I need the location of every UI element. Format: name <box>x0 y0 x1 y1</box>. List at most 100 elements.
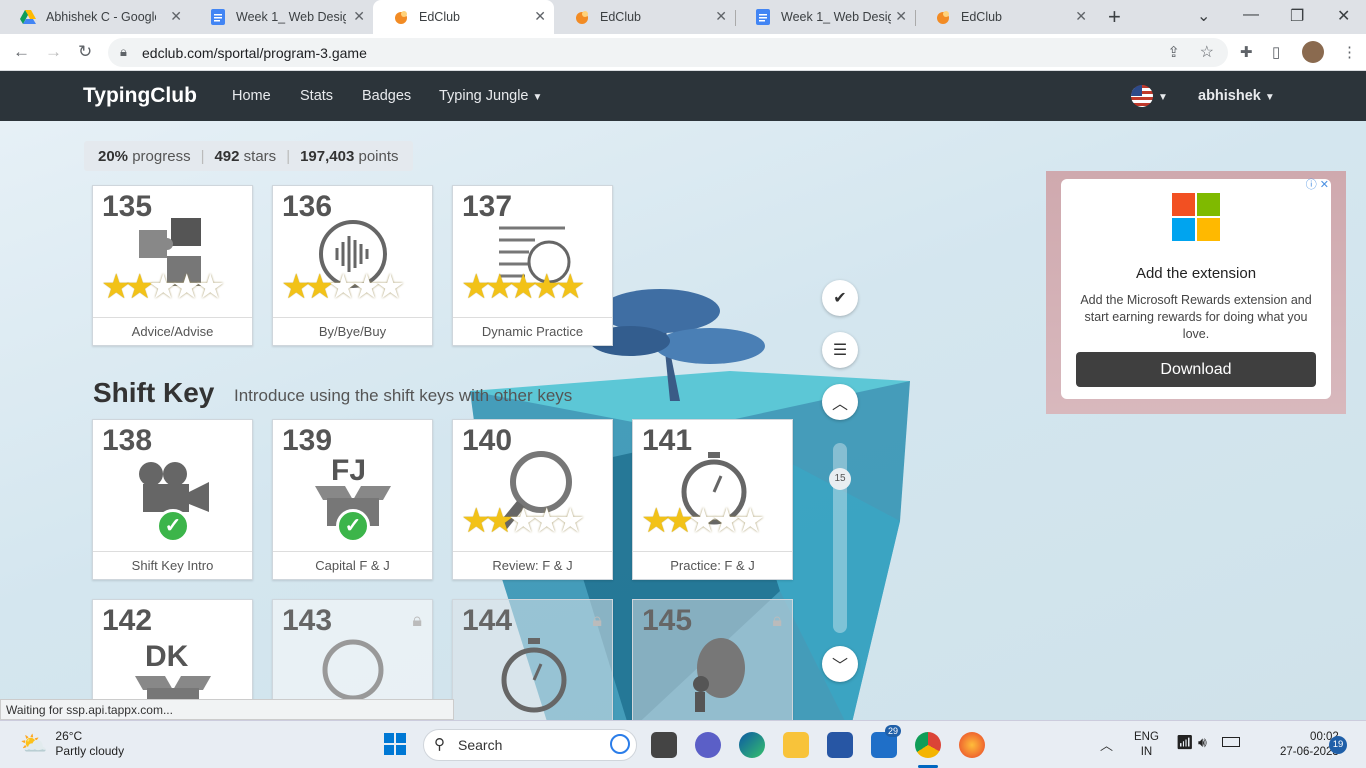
ad-close-icon[interactable]: ⓘ ✕ <box>1306 176 1329 192</box>
reload-button[interactable]: ↻ <box>78 42 92 62</box>
lesson-number: 139 <box>282 424 333 457</box>
lesson-map: 20% progress | 492 stars | 197,403 point… <box>0 121 1366 720</box>
chevron-down-icon: ﹀ <box>831 658 848 675</box>
nav-stats[interactable]: Stats <box>300 88 333 104</box>
close-icon[interactable]: ✕ <box>353 8 365 25</box>
scroll-up-button[interactable]: ︿ <box>822 384 858 420</box>
star-empty-icon: ★ <box>194 268 226 306</box>
edclub-icon <box>935 9 951 25</box>
teams-chat-icon[interactable] <box>695 732 721 758</box>
close-icon[interactable]: ✕ <box>895 8 907 25</box>
nav-typing-jungle[interactable]: Typing Jungle ▼ <box>439 88 542 104</box>
lock-icon: 🔒︎ <box>120 44 127 59</box>
tab-edclub-2[interactable]: EdClub ✕ <box>554 0 735 34</box>
user-menu[interactable]: abhishek ▼ <box>1198 88 1275 104</box>
notification-badge[interactable]: 19 <box>1329 736 1347 754</box>
lesson-number: 142 <box>102 604 153 637</box>
windows-start-icon[interactable] <box>384 733 406 760</box>
share-icon[interactable]: ⇪ <box>1167 43 1180 61</box>
close-window-button[interactable]: ✕ <box>1337 6 1350 26</box>
tab-edclub-3[interactable]: EdClub ✕ <box>915 0 1095 34</box>
nav-home[interactable]: Home <box>232 88 271 104</box>
temperature: 26°C <box>55 729 83 743</box>
star-filled-icon: ★ <box>554 268 586 306</box>
mail-badge: 29 <box>885 725 902 737</box>
address-bar[interactable]: 🔒︎ edclub.com/sportal/program-3.game ⇪ ☆ <box>108 38 1228 67</box>
tab-docs-2[interactable]: Week 1_ Web Designir ✕ <box>735 0 915 34</box>
scroll-position-marker[interactable]: 15 <box>829 468 851 490</box>
close-icon[interactable]: ✕ <box>170 8 182 25</box>
ad-text: Add the Microsoft Rewards extension and … <box>1080 293 1312 341</box>
tab-title: Week 1_ Web Designir <box>781 10 891 24</box>
back-button[interactable]: ← <box>13 42 30 62</box>
lesson-card-135[interactable]: 135 ★ ★ ★ ★ ★ Advice/Advise <box>92 185 253 346</box>
edge-icon[interactable] <box>739 732 765 758</box>
microsoft-store-icon[interactable] <box>827 732 853 758</box>
taskbar-search[interactable]: ⚲ Search <box>423 729 637 761</box>
section-title: Shift Key <box>93 377 215 408</box>
firefox-icon[interactable] <box>959 732 985 758</box>
checklist-button[interactable]: ✔ <box>822 280 858 316</box>
battery-icon[interactable] <box>1222 737 1240 747</box>
lang-region: IN <box>1140 746 1153 758</box>
chrome-icon[interactable] <box>915 732 941 758</box>
menu-kebab-icon[interactable]: ⋮ <box>1342 43 1357 61</box>
file-explorer-icon[interactable] <box>783 732 809 758</box>
tab-google-drive[interactable]: Abhishek C - Google D ✕ <box>0 0 190 34</box>
lesson-card-145[interactable]: 145 🔒︎ <box>632 599 793 720</box>
caret-down-icon[interactable]: ▼ <box>1158 92 1168 103</box>
lesson-card-137[interactable]: 137 ★ ★ ★ ★ ★ Dynamic Practice <box>452 185 613 346</box>
ad-download-button[interactable]: Download <box>1076 352 1316 387</box>
lesson-card-144[interactable]: 144 🔒︎ <box>452 599 613 720</box>
windows-taskbar: ⛅ 26°C Partly cloudy ⚲ Search 29 ︿ ENG IN … <box>0 720 1366 768</box>
lesson-card-140[interactable]: 140 ★ ★ ★ ★ ★ Review: F & J <box>452 419 613 580</box>
completed-check-icon: ✓ <box>336 509 370 543</box>
wifi-icon[interactable]: 📶︎ <box>1176 734 1194 751</box>
lesson-number: 145 <box>642 604 693 637</box>
volume-icon[interactable]: 🔊︎ <box>1198 734 1207 751</box>
lesson-card-136[interactable]: 136 ★ ★ ★ ★ ★ By/Bye/Buy <box>272 185 433 346</box>
search-icon: ⚲ <box>434 736 445 753</box>
chevron-up-icon[interactable]: ︿ <box>1100 735 1113 754</box>
close-icon[interactable]: ✕ <box>534 8 546 25</box>
us-flag-icon[interactable] <box>1131 85 1153 107</box>
bookmark-star-icon[interactable]: ☆ <box>1200 42 1214 62</box>
edclub-icon <box>393 9 409 25</box>
new-tab-button[interactable]: + <box>1108 4 1121 30</box>
completed-check-icon: ✓ <box>156 509 190 543</box>
nav-typing-jungle-label: Typing Jungle <box>439 88 529 104</box>
tab-docs-1[interactable]: Week 1_ Web Designir ✕ <box>190 0 373 34</box>
weather-widget[interactable]: ⛅ 26°C Partly cloudy <box>20 729 124 759</box>
nav-badges[interactable]: Badges <box>362 88 411 104</box>
google-drive-icon <box>20 9 36 25</box>
tab-edclub-active[interactable]: EdClub ✕ <box>373 0 554 34</box>
side-panel-icon[interactable]: ▯ <box>1272 43 1280 61</box>
task-view-icon[interactable] <box>651 732 677 758</box>
extensions-icon[interactable]: ✚ <box>1240 43 1253 61</box>
maximize-button[interactable]: ❐ <box>1290 6 1304 26</box>
close-icon[interactable]: ✕ <box>715 8 727 25</box>
caret-down-icon: ▼ <box>532 92 543 103</box>
profile-avatar[interactable] <box>1302 41 1324 63</box>
close-icon[interactable]: ✕ <box>1075 8 1087 25</box>
lock-icon: 🔒︎ <box>592 610 602 630</box>
star-rating: ★ ★ ★ ★ ★ <box>101 270 225 304</box>
browser-toolbar: ← → ↻ 🔒︎ edclub.com/sportal/program-3.ga… <box>0 34 1366 71</box>
tab-search-icon[interactable]: ⌄ <box>1197 6 1210 26</box>
scroll-down-button[interactable]: ﹀ <box>822 646 858 682</box>
mail-icon[interactable]: 29 <box>871 725 902 758</box>
forward-button[interactable]: → <box>45 42 62 62</box>
bing-icon <box>610 734 630 754</box>
site-logo[interactable]: TypingClub <box>83 84 197 108</box>
ad-card[interactable]: ⓘ ✕ Add the extension Add the Microsoft … <box>1061 179 1331 399</box>
microsoft-logo-icon <box>1172 193 1220 241</box>
lesson-card-138[interactable]: 138 ✓ Shift Key Intro <box>92 419 253 580</box>
tab-title: EdClub <box>600 10 641 24</box>
menu-button[interactable]: ☰ <box>822 332 858 368</box>
language-indicator[interactable]: ENG IN <box>1134 730 1159 760</box>
google-docs-icon <box>210 9 226 25</box>
lesson-card-141[interactable]: 141 ★ ★ ★ ★ ★ Practice: F & J <box>632 419 793 580</box>
minimize-button[interactable]: — <box>1243 6 1259 24</box>
lesson-card-139[interactable]: 139 FJ ✓ Capital F & J <box>272 419 433 580</box>
lesson-label: Dynamic Practice <box>453 317 612 345</box>
